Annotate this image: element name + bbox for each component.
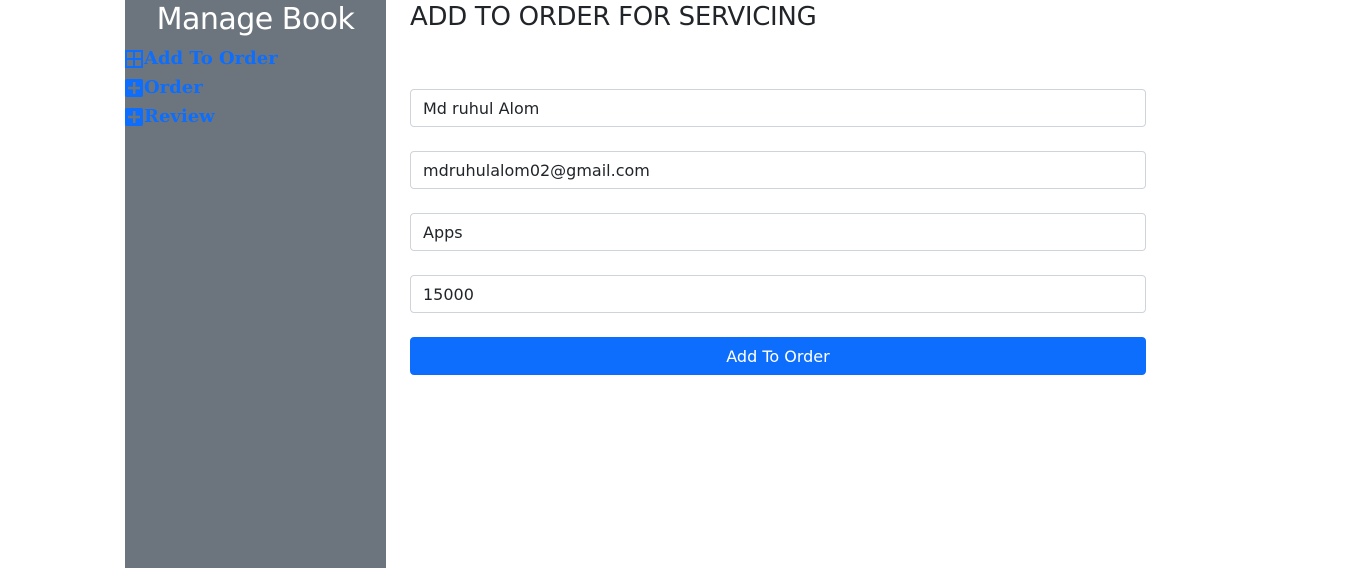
sidebar: Manage Book Add To Order Order Review [125,0,386,568]
sidebar-title: Manage Book [156,2,355,37]
service-field[interactable] [410,213,1146,251]
email-field[interactable] [410,151,1146,189]
plus-square-icon [125,107,143,126]
sidebar-item-add-to-order[interactable]: Add To Order [125,44,386,73]
sidebar-item-order[interactable]: Order [125,73,386,102]
price-field[interactable] [410,275,1146,313]
sidebar-item-label: Review [144,106,215,127]
sidebar-item-label: Add To Order [144,48,278,69]
add-to-order-button[interactable]: Add To Order [410,337,1146,375]
plus-square-icon [125,78,143,97]
name-field[interactable] [410,89,1146,127]
sidebar-nav: Add To Order Order Review [125,44,386,131]
sidebar-item-review[interactable]: Review [125,102,386,131]
page-title: ADD TO ORDER FOR SERVICING [410,2,817,32]
sidebar-item-label: Order [144,77,203,98]
grid-plus-icon [125,49,143,68]
